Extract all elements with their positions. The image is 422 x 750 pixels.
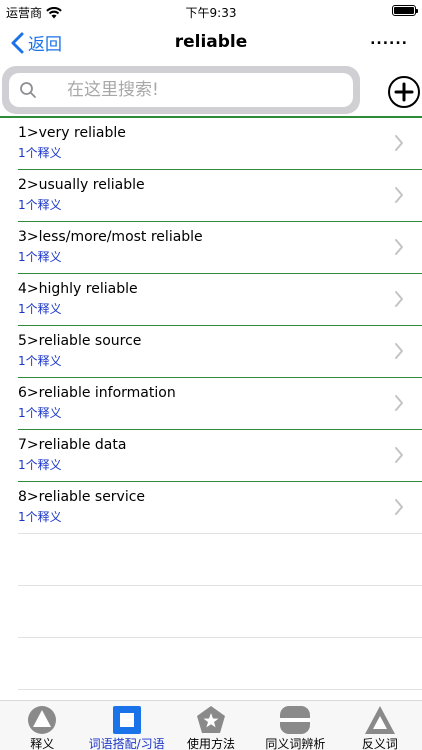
list-item-term: 1>very reliable — [18, 125, 126, 141]
list-item[interactable]: 5>reliable source 1个释义 — [18, 326, 422, 378]
list-item-subtitle: 1个释义 — [18, 458, 62, 472]
empty-row — [18, 638, 422, 690]
chevron-right-icon — [395, 343, 403, 359]
chevron-right-icon — [395, 291, 403, 307]
page-title: reliable — [174, 32, 248, 52]
tab-usage[interactable]: 使用方法 — [169, 701, 253, 750]
tab-collocations[interactable]: 词语搭配/习语 — [84, 701, 168, 750]
list-item[interactable]: 4>highly reliable 1个释义 — [18, 274, 422, 326]
search-bar — [2, 66, 360, 114]
plus-icon — [394, 82, 414, 102]
tab-synonyms[interactable]: 同义词辨析 — [253, 701, 337, 750]
triangle-icon — [364, 706, 395, 734]
tab-antonyms[interactable]: 反义词 — [338, 701, 422, 750]
status-time: 下午9:33 — [185, 6, 237, 20]
square-icon — [112, 706, 141, 734]
tab-label: 释义 — [30, 737, 55, 750]
chevron-right-icon — [395, 135, 403, 151]
list-item-term: 6>reliable information — [18, 385, 176, 401]
list-item-term: 8>reliable service — [18, 489, 146, 505]
list-item-term: 2>usually reliable — [18, 177, 145, 193]
tab-label: 词语搭配/习语 — [88, 737, 165, 750]
tab-label: 同义词辨析 — [265, 737, 326, 750]
list-item-term: 3>less/more/most reliable — [18, 229, 203, 245]
tab-label: 反义词 — [361, 737, 398, 750]
chevron-right-icon — [395, 187, 403, 203]
empty-row — [18, 586, 422, 638]
status-bar: 运营商 下午9:33 — [0, 0, 422, 22]
list-item[interactable]: 6>reliable information 1个释义 — [18, 378, 422, 430]
list-item-term: 4>highly reliable — [18, 281, 138, 297]
list-item-subtitle: 1个释义 — [18, 250, 62, 264]
battery-icon — [392, 5, 418, 16]
chevron-right-icon — [395, 395, 403, 411]
search-icon — [20, 82, 36, 98]
chevron-right-icon — [395, 239, 403, 255]
list-item[interactable]: 7>reliable data 1个释义 — [18, 430, 422, 482]
list-item-subtitle: 1个释义 — [18, 302, 62, 316]
tab-definition[interactable]: 释义 — [0, 701, 84, 750]
list-item-subtitle: 1个释义 — [18, 198, 62, 212]
tab-bar: 释义 词语搭配/习语 使用方法 同义词辨析 反义词 — [0, 700, 422, 750]
chevron-right-icon — [395, 499, 403, 515]
list-item-term: 5>reliable source — [18, 333, 142, 349]
search-field — [9, 73, 353, 107]
empty-row — [18, 534, 422, 586]
list-item-subtitle: 1个释义 — [18, 146, 62, 160]
list-item-subtitle: 1个释义 — [18, 406, 62, 420]
rounded-bars-icon — [280, 706, 311, 734]
list-item[interactable]: 1>very reliable 1个释义 — [18, 118, 422, 170]
chevron-right-icon — [395, 447, 403, 463]
list-item-term: 7>reliable data — [18, 437, 127, 453]
collocation-list: 1>very reliable 1个释义 2>usually reliable … — [0, 116, 422, 690]
list-item-subtitle: 1个释义 — [18, 510, 62, 524]
pentagon-star-icon — [197, 706, 226, 733]
list-item[interactable]: 2>usually reliable 1个释义 — [18, 170, 422, 222]
tab-label: 使用方法 — [187, 737, 236, 750]
list-item[interactable]: 8>reliable service 1个释义 — [18, 482, 422, 534]
add-button[interactable] — [388, 76, 420, 108]
nav-bar: 返回 reliable ...... — [0, 22, 422, 66]
more-button[interactable]: ...... — [370, 32, 408, 48]
list-item-subtitle: 1个释义 — [18, 354, 62, 368]
list-item[interactable]: 3>less/more/most reliable 1个释义 — [18, 222, 422, 274]
search-input[interactable] — [67, 80, 317, 100]
circle-triangle-icon — [28, 706, 57, 734]
